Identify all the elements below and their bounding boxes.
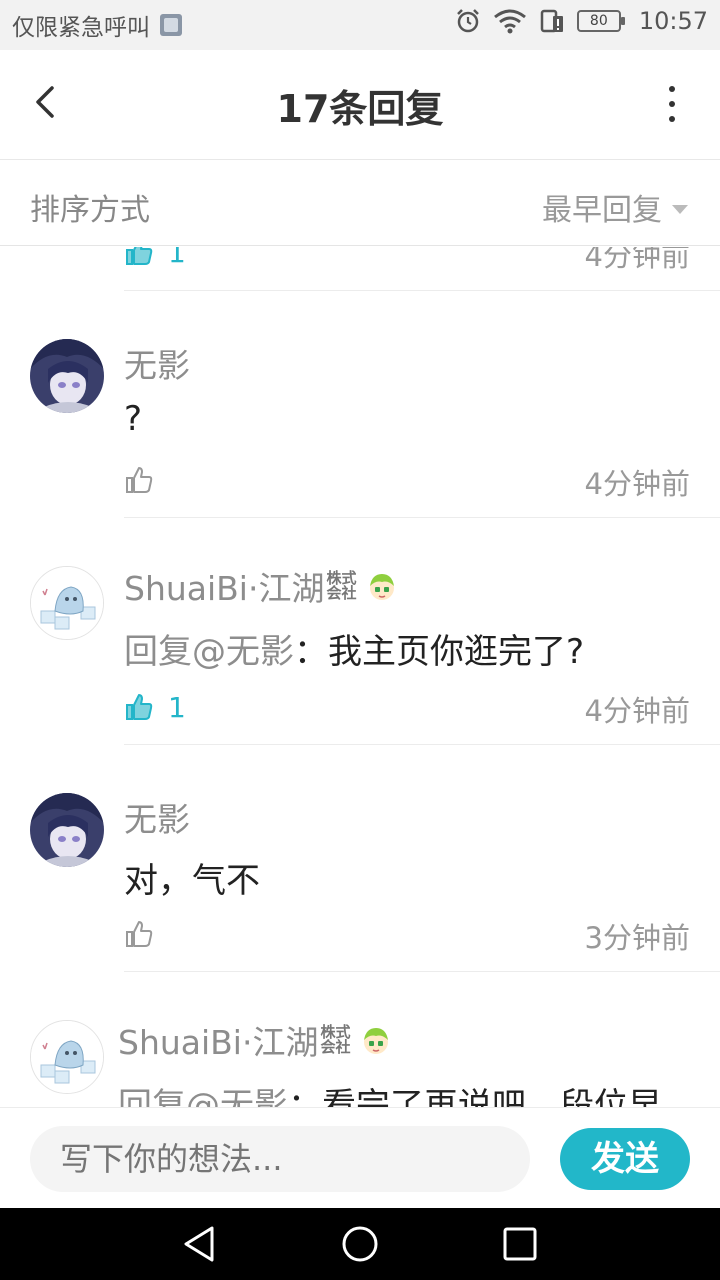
comment-item: 无影 ? 4分钟前 — [0, 291, 720, 518]
company-tag: 株式 会社 — [326, 571, 356, 601]
more-dot-icon — [669, 101, 675, 107]
avatar[interactable] — [30, 1020, 104, 1094]
avatar[interactable] — [30, 793, 104, 867]
thumbs-up-filled-icon — [126, 694, 153, 720]
sort-label: 排序方式 — [30, 193, 150, 228]
comment-content: 回复@无影：看完了再说吧，段位早 — [118, 1078, 662, 1107]
more-dot-icon — [669, 86, 675, 92]
nav-home-button[interactable] — [338, 1222, 382, 1266]
comment-content: 回复@无影：我主页你逛完了? — [124, 624, 584, 673]
user-avatar-image — [30, 339, 104, 413]
user-avatar-image — [31, 1021, 103, 1093]
like-button[interactable]: 1 — [124, 247, 186, 269]
comment-content: 对，气不 — [124, 861, 260, 901]
comment-list[interactable]: 1 4分钟前 无影 ? 4分钟前 ShuaiBi·江湖 株式 会社 回复@无影：… — [0, 247, 720, 1107]
like-button[interactable] — [124, 917, 154, 951]
reply-mention[interactable]: 回复@无影 — [124, 632, 294, 672]
clock: 10:57 — [638, 7, 708, 35]
comment-content: ? — [124, 399, 143, 439]
comment-time: 4分钟前 — [584, 247, 690, 273]
comment-item: 无影 对，气不 3分钟前 — [0, 745, 720, 972]
user-avatar-image — [30, 793, 104, 867]
thumbs-up-icon — [126, 921, 153, 947]
sort-bar: 排序方式 最早回复 — [0, 161, 720, 246]
comment-time: 3分钟前 — [584, 921, 690, 955]
comment-username[interactable]: 无影 — [124, 339, 190, 387]
comment-text: ：看完了再说吧，段位早 — [288, 1086, 662, 1107]
comment-item: 1 4分钟前 — [0, 247, 720, 291]
caret-down-icon — [672, 204, 688, 214]
page-title: 17条回复 — [276, 87, 444, 131]
comment-username[interactable]: ShuaiBi·江湖 株式 会社 — [118, 1016, 392, 1064]
thumbs-up-filled-icon — [126, 247, 153, 265]
status-right: 80 10:57 — [455, 7, 708, 35]
thumbs-up-icon — [126, 467, 153, 493]
like-count: 1 — [168, 690, 186, 724]
comment-text: ：我主页你逛完了? — [294, 632, 585, 672]
composer-bar: 发送 — [0, 1107, 720, 1207]
user-avatar-image — [31, 567, 103, 639]
comment-time: 4分钟前 — [584, 467, 690, 501]
comment-time: 4分钟前 — [584, 694, 690, 728]
company-tag-line: 会社 — [320, 1038, 351, 1056]
company-tag-line: 会社 — [326, 584, 357, 602]
triangle-back-icon — [184, 1226, 214, 1262]
comment-input[interactable] — [30, 1126, 530, 1192]
circle-home-icon — [342, 1226, 378, 1262]
status-left: 仅限紧急呼叫 — [12, 8, 182, 42]
mascot-badge-icon — [370, 574, 395, 600]
reply-mention[interactable]: 回复@无影 — [118, 1086, 288, 1107]
username-text: ShuaiBi·江湖 — [124, 569, 325, 608]
company-tag: 株式 会社 — [320, 1025, 350, 1055]
avatar[interactable] — [30, 566, 104, 640]
system-nav-bar — [0, 1208, 720, 1280]
battery-level: 80 — [589, 13, 608, 29]
like-count: 1 — [168, 247, 186, 269]
battery-icon: 80 — [576, 10, 625, 32]
nav-back-button[interactable] — [178, 1222, 222, 1266]
comment-item: ShuaiBi·江湖 株式 会社 回复@无影：我主页你逛完了? 1 4分钟前 — [0, 518, 720, 745]
send-button[interactable]: 发送 — [560, 1128, 690, 1190]
comment-username[interactable]: 无影 — [124, 793, 190, 841]
more-options-button[interactable] — [662, 86, 682, 122]
sort-dropdown[interactable]: 最早回复 — [542, 185, 688, 229]
nav-recents-button[interactable] — [498, 1222, 542, 1266]
title-bar: 17条回复 — [0, 50, 720, 160]
username-text: ShuaiBi·江湖 — [118, 1023, 319, 1062]
sim-alert-icon — [540, 9, 563, 33]
sort-selected-value: 最早回复 — [542, 193, 662, 228]
comment-item: ShuaiBi·江湖 株式 会社 回复@无影：看完了再说吧，段位早 — [0, 972, 720, 1107]
carrier-text: 仅限紧急呼叫 — [12, 15, 150, 41]
avatar[interactable] — [30, 339, 104, 413]
like-button[interactable]: 1 — [124, 690, 186, 724]
status-bar: 仅限紧急呼叫 80 10:57 — [0, 0, 720, 50]
like-button[interactable] — [124, 463, 154, 497]
square-recents-icon — [503, 1227, 537, 1261]
image-notification-icon — [160, 14, 182, 36]
mascot-badge-icon — [364, 1028, 389, 1054]
alarm-icon — [456, 9, 479, 33]
wifi-icon — [493, 9, 526, 34]
more-dot-icon — [669, 116, 675, 122]
comment-username[interactable]: ShuaiBi·江湖 株式 会社 — [124, 562, 398, 610]
